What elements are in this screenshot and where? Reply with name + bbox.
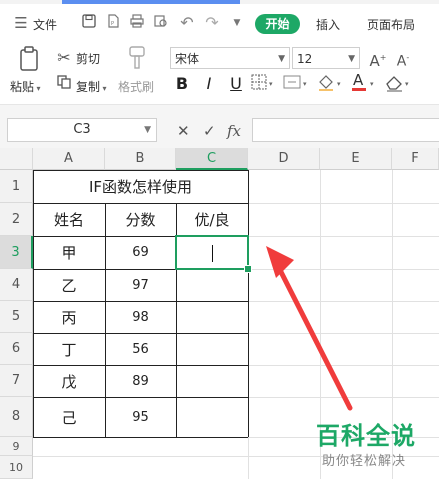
chevron-down-icon: ▼ — [278, 54, 285, 64]
row-header-10[interactable]: 10 — [0, 456, 33, 479]
column-header-a[interactable]: A — [33, 148, 105, 170]
watermark-brand: 百科全说 — [316, 422, 416, 450]
svg-text:▾: ▾ — [269, 80, 273, 88]
name-cell[interactable]: 己 — [33, 397, 105, 437]
redo-icon[interactable]: ↷ — [203, 14, 221, 32]
name-box[interactable]: C3 ▼ — [7, 118, 157, 142]
file-menu[interactable]: 文件 — [33, 16, 57, 33]
table-border — [33, 437, 248, 438]
row-header-6[interactable]: 6 — [0, 333, 33, 365]
chevron-down-icon: ▼ — [348, 54, 355, 64]
font-name-value: 宋体 — [175, 52, 200, 66]
italic-icon[interactable]: I — [199, 74, 219, 93]
tab-home[interactable]: 开始 — [255, 14, 300, 34]
row-header-8[interactable]: 8 — [0, 397, 33, 437]
column-header-c[interactable]: C — [176, 148, 248, 170]
row-header-2[interactable]: 2 — [0, 203, 33, 236]
header-cell-score[interactable]: 分数 — [105, 203, 176, 236]
increase-font-icon[interactable]: A+ — [368, 48, 388, 71]
paste-icon[interactable] — [17, 46, 41, 72]
table-border — [248, 170, 249, 437]
menu-bar: ☰ 文件 P ↶ ↷ ▼ 开始 插入 页面布局 — [0, 4, 439, 42]
chevron-down-icon: ▼ — [144, 125, 151, 135]
column-header-e[interactable]: E — [320, 148, 392, 170]
column-header-d[interactable]: D — [248, 148, 320, 170]
decrease-font-icon[interactable]: A- — [393, 48, 413, 72]
copy-button[interactable]: 复制 ▾ — [76, 78, 107, 95]
font-size-value: 12 — [297, 52, 313, 66]
row-header-3[interactable]: 3 — [0, 236, 33, 269]
export-pdf-icon[interactable]: P — [104, 14, 122, 32]
svg-text:▾: ▾ — [405, 80, 409, 88]
row-header-9[interactable]: 9 — [0, 437, 33, 456]
formula-bar: C3 ▼ ✕ ✓ fx — [0, 105, 439, 148]
fill-color-icon[interactable]: ▾ — [317, 74, 347, 94]
name-cell[interactable]: 乙 — [33, 269, 105, 301]
column-header-b[interactable]: B — [105, 148, 176, 170]
bold-icon[interactable]: B — [172, 74, 192, 93]
borders-icon[interactable]: ▾ — [251, 74, 277, 94]
font-size-select[interactable]: 12 ▼ — [292, 47, 360, 69]
name-cell[interactable]: 戊 — [33, 365, 105, 397]
tab-page-layout[interactable]: 页面布局 — [367, 16, 415, 33]
row-header-4[interactable]: 4 — [0, 269, 33, 301]
name-cell[interactable]: 丁 — [33, 333, 105, 365]
row-header-5[interactable]: 5 — [0, 301, 33, 333]
svg-text:▾: ▾ — [370, 80, 374, 88]
score-cell[interactable]: 56 — [105, 333, 176, 365]
hamburger-menu-icon[interactable]: ☰ — [12, 14, 30, 32]
score-cell[interactable]: 69 — [105, 236, 176, 269]
name-cell[interactable]: 丙 — [33, 301, 105, 333]
text-cursor — [212, 245, 213, 262]
score-cell[interactable]: 89 — [105, 365, 176, 397]
quick-access-dropdown-icon[interactable]: ▼ — [228, 14, 246, 32]
paste-label: 粘贴 — [10, 80, 35, 94]
score-cell[interactable]: 98 — [105, 301, 176, 333]
score-cell[interactable]: 97 — [105, 269, 176, 301]
font-name-select[interactable]: 宋体 ▼ — [170, 47, 290, 69]
annotation-arrow — [266, 246, 353, 411]
watermark-slogan: 助你轻松解决 — [322, 454, 407, 469]
format-painter-icon[interactable] — [126, 46, 148, 75]
insert-function-icon[interactable]: fx — [227, 122, 241, 140]
tab-insert[interactable]: 插入 — [316, 16, 340, 33]
svg-text:P: P — [111, 21, 114, 27]
score-cell[interactable]: 95 — [105, 397, 176, 437]
confirm-icon[interactable]: ✓ — [203, 122, 216, 140]
header-cell-name[interactable]: 姓名 — [33, 203, 105, 236]
row-header-1[interactable]: 1 — [0, 170, 33, 203]
svg-text:A: A — [353, 71, 364, 89]
svg-text:▾: ▾ — [337, 80, 341, 88]
header-cell-grade[interactable]: 优/良 — [176, 203, 248, 236]
svg-text:▾: ▾ — [303, 80, 307, 88]
select-all-corner[interactable] — [0, 148, 33, 170]
undo-icon[interactable]: ↶ — [178, 14, 196, 32]
save-icon[interactable] — [80, 14, 98, 32]
title-cell[interactable]: IF函数怎样使用 — [33, 170, 248, 203]
merge-cells-icon[interactable]: ▾ — [283, 74, 313, 94]
copy-label: 复制 — [76, 80, 101, 94]
paste-button[interactable]: 粘贴 ▾ — [10, 78, 41, 95]
formula-input[interactable] — [252, 118, 439, 142]
cut-button[interactable]: 剪切 — [76, 50, 100, 67]
font-color-icon[interactable]: A ▾ — [350, 71, 380, 93]
name-box-value: C3 — [73, 122, 91, 137]
row-header-7[interactable]: 7 — [0, 365, 33, 397]
print-preview-icon[interactable] — [152, 14, 170, 32]
print-icon[interactable] — [128, 14, 146, 32]
format-painter-button[interactable]: 格式刷 — [118, 78, 154, 95]
eraser-icon[interactable]: ▾ — [384, 73, 414, 93]
column-header-f[interactable]: F — [392, 148, 439, 170]
copy-icon[interactable] — [55, 74, 73, 94]
underline-icon[interactable]: U — [226, 74, 246, 93]
cancel-icon[interactable]: ✕ — [177, 122, 190, 140]
scissors-icon[interactable]: ✂ — [55, 48, 73, 68]
name-cell[interactable]: 甲 — [33, 236, 105, 269]
